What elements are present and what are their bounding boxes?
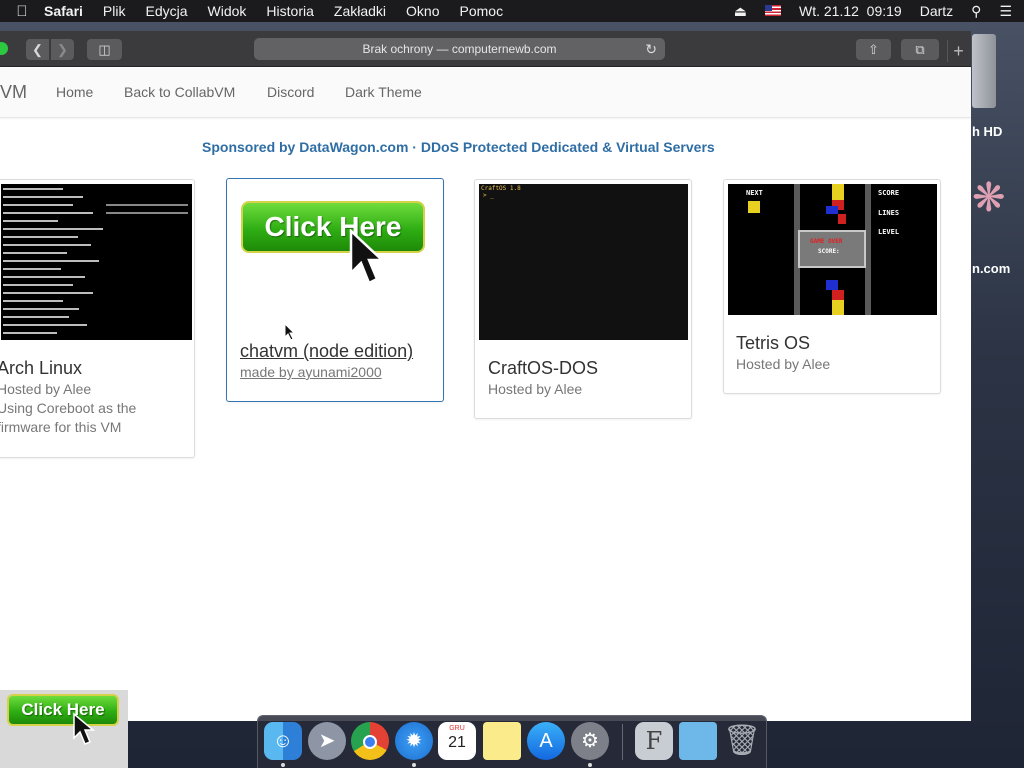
vm-thumbnail-arch — [1, 184, 192, 340]
app-store-icon[interactable]: A — [527, 722, 565, 760]
sponsor-banner[interactable]: Sponsored by DataWagon.com · DDoS Protec… — [202, 139, 715, 155]
eject-icon[interactable]: ⏏ — [734, 3, 747, 20]
spotlight-search-icon[interactable]: ⚲ — [971, 3, 981, 20]
zoom-window-button[interactable] — [0, 42, 8, 55]
vm-thumbnail-chatvm: Click Here — [231, 183, 439, 339]
calendar-day: 21 — [448, 734, 466, 751]
nav-home[interactable]: Home — [56, 84, 93, 100]
vm-card-craftos[interactable]: CraftOS 1.8 > _ CraftOS-DOS Hosted by Al… — [474, 179, 692, 419]
calendar-icon[interactable]: GRU 21 — [438, 722, 476, 760]
finder-icon[interactable]: ☺ — [264, 722, 302, 760]
vm-title-tetris[interactable]: Tetris OS — [736, 333, 810, 354]
craftos-screen-text: CraftOS 1.8 — [481, 185, 521, 192]
vm-desc-arch-2: firmware for this VM — [0, 419, 122, 435]
tetris-game-over-box: GAME OVER SCORE: — [798, 230, 866, 268]
vm-card-arch-linux[interactable]: Arch Linux Hosted by Alee Using Coreboot… — [0, 179, 195, 458]
menu-historia[interactable]: Historia — [266, 3, 313, 19]
reload-icon[interactable]: ↻ — [645, 38, 657, 60]
cursor-arrow-icon — [349, 229, 385, 285]
menu-widok[interactable]: Widok — [208, 3, 247, 19]
clock[interactable]: Wt. 21.12 09:19 — [799, 3, 902, 19]
address-text: Brak ochrony — computernewb.com — [362, 42, 557, 56]
floating-ad-panel: Click Here — [0, 690, 128, 768]
floating-cursor-icon — [73, 712, 96, 745]
menu-bar:  Safari Plik Edycja Widok Historia Zakł… — [0, 0, 1024, 22]
sidebar-toggle-icon[interactable]: ◫ — [87, 39, 122, 60]
thumb-click-here-button: Click Here — [241, 201, 425, 253]
desktop-label-hd[interactable]: h HD — [972, 124, 1002, 139]
menu-pomoc[interactable]: Pomoc — [460, 3, 504, 19]
hard-drive-icon[interactable] — [972, 34, 996, 108]
forward-button[interactable]: ❯ — [51, 39, 74, 60]
desktop-app-icon[interactable]: ❋ — [972, 175, 1006, 235]
address-bar[interactable]: Brak ochrony — computernewb.com ↻ — [254, 38, 665, 60]
chrome-icon[interactable] — [351, 722, 389, 760]
dock: ☺ ➤ ✹ GRU 21 A ⚙ F 🗑 — [257, 715, 767, 768]
apple-menu-icon[interactable]:  — [0, 3, 44, 20]
notes-icon[interactable] — [483, 722, 521, 760]
menu-okno[interactable]: Okno — [406, 3, 439, 19]
tetris-next-label: NEXT — [746, 189, 763, 197]
site-navbar: VM Home Back to CollabVM Discord Dark Th… — [0, 68, 971, 118]
trash-icon[interactable]: 🗑 — [723, 722, 761, 760]
site-brand[interactable]: VM — [0, 82, 27, 103]
browser-toolbar: ❮ ❯ ◫ Brak ochrony — computernewb.com ↻ … — [0, 31, 971, 67]
tab-overview-icon[interactable]: ⧉ — [901, 39, 939, 60]
tetris-level-label: LEVEL — [878, 228, 900, 236]
desktop-label-com[interactable]: n.com — [972, 261, 1010, 276]
vm-thumbnail-craftos: CraftOS 1.8 > _ — [479, 184, 688, 340]
font-book-icon[interactable]: F — [635, 722, 673, 760]
user-name[interactable]: Dartz — [920, 3, 953, 19]
menu-app-safari[interactable]: Safari — [44, 3, 83, 19]
vm-desc-arch-1: Using Coreboot as the — [0, 400, 137, 416]
new-tab-icon[interactable]: + — [947, 40, 969, 62]
back-button[interactable]: ❮ — [26, 39, 49, 60]
menu-edycja[interactable]: Edycja — [145, 3, 187, 19]
calendar-month: GRU — [449, 725, 465, 732]
menu-zakladki[interactable]: Zakładki — [334, 3, 386, 19]
share-icon[interactable]: ⇧ — [856, 39, 891, 60]
vm-thumbnail-tetris: NEXT GAME OVER SCORE: SCORE LINES LEVEL — [728, 184, 937, 315]
vm-card-tetris[interactable]: NEXT GAME OVER SCORE: SCORE LINES LEVEL … — [723, 179, 941, 394]
floating-click-here-button[interactable]: Click Here — [7, 694, 119, 726]
nav-dark-theme[interactable]: Dark Theme — [345, 84, 422, 100]
input-source-flag-icon[interactable] — [764, 3, 781, 19]
vm-title-craftos[interactable]: CraftOS-DOS — [488, 358, 598, 379]
tetris-score-label: SCORE — [878, 189, 900, 197]
vm-title-chatvm[interactable]: chatvm (node edition) — [240, 341, 413, 362]
nav-discord[interactable]: Discord — [267, 84, 314, 100]
vm-host-craftos: Hosted by Alee — [488, 381, 583, 397]
vm-title-arch[interactable]: Arch Linux — [0, 358, 82, 379]
menu-plik[interactable]: Plik — [103, 3, 126, 19]
safari-icon[interactable]: ✹ — [395, 722, 433, 760]
launchpad-icon[interactable]: ➤ — [308, 722, 346, 760]
vm-host-tetris: Hosted by Alee — [736, 356, 831, 372]
vm-host-arch: Hosted by Alee — [0, 381, 92, 397]
tetris-lines-label: LINES — [878, 209, 900, 217]
notification-center-icon[interactable]: ☰ — [999, 3, 1012, 20]
safari-window: ❮ ❯ ◫ Brak ochrony — computernewb.com ↻ … — [0, 31, 971, 721]
mouse-pointer-icon — [284, 323, 296, 339]
dock-separator — [622, 724, 623, 760]
nav-back-to-collabvm[interactable]: Back to CollabVM — [124, 84, 235, 100]
vm-card-chatvm[interactable]: Click Here chatvm (node edition) made by… — [226, 178, 444, 402]
system-preferences-icon[interactable]: ⚙ — [571, 722, 609, 760]
downloads-folder-icon[interactable] — [679, 722, 717, 760]
vm-host-chatvm[interactable]: made by ayunami2000 — [240, 363, 382, 382]
